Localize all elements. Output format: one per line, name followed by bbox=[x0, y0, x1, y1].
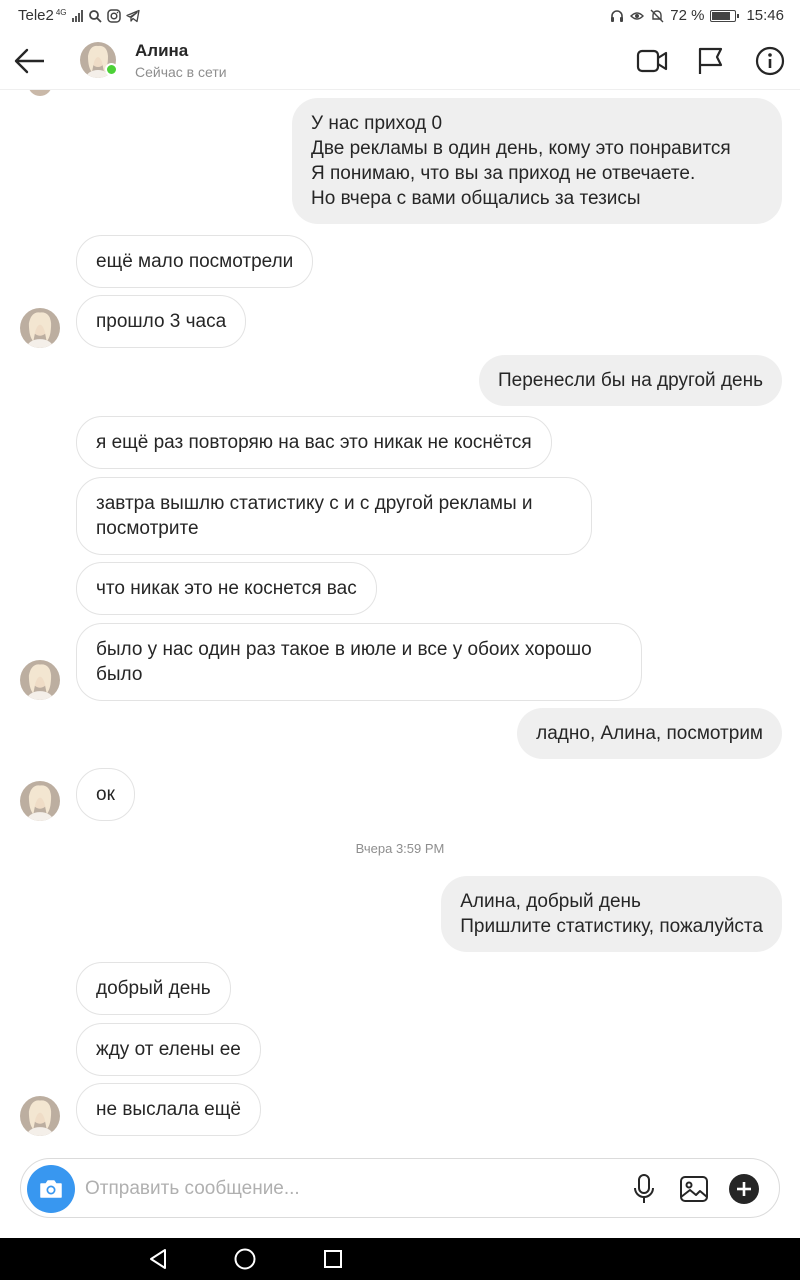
nav-back-button[interactable] bbox=[145, 1246, 171, 1272]
back-button[interactable] bbox=[12, 44, 48, 78]
contact-name[interactable]: Алина bbox=[135, 41, 188, 61]
header-avatar[interactable] bbox=[80, 42, 118, 78]
message-thread[interactable]: У нас приход 0 Две рекламы в один день, … bbox=[0, 90, 800, 1150]
battery-percent: 72 % bbox=[670, 7, 705, 24]
sender-avatar[interactable] bbox=[20, 1096, 60, 1136]
voice-message-button[interactable] bbox=[627, 1172, 661, 1206]
gallery-icon bbox=[680, 1176, 708, 1202]
video-call-icon bbox=[636, 49, 668, 73]
notifications-off-icon bbox=[650, 9, 664, 22]
sender-avatar[interactable] bbox=[20, 781, 60, 821]
instagram-icon bbox=[106, 8, 121, 23]
avatar bbox=[28, 90, 52, 96]
camera-icon bbox=[40, 1180, 62, 1198]
incoming-message[interactable]: что никак это не коснется вас bbox=[76, 562, 377, 615]
incoming-message[interactable]: я ещё раз повторяю на вас это никак не к… bbox=[76, 416, 552, 469]
contact-status: Сейчас в сети bbox=[135, 64, 227, 80]
telegram-icon bbox=[125, 9, 140, 22]
incoming-message[interactable]: ещё мало посмотрели bbox=[76, 235, 314, 288]
outgoing-message[interactable]: Перенесли бы на другой день bbox=[478, 355, 782, 406]
system-navigation-bar bbox=[0, 1238, 800, 1280]
info-icon bbox=[755, 46, 785, 76]
message-input[interactable] bbox=[85, 1169, 605, 1209]
message-composer bbox=[20, 1158, 780, 1218]
sender-avatar[interactable] bbox=[20, 308, 60, 348]
headphones-icon bbox=[611, 9, 624, 22]
gallery-button[interactable] bbox=[677, 1172, 711, 1206]
plus-icon bbox=[729, 1174, 759, 1204]
search-icon bbox=[88, 9, 102, 23]
outgoing-message[interactable]: ладно, Алина, посмотрим bbox=[517, 708, 782, 759]
nav-back-icon bbox=[150, 1249, 166, 1269]
info-button[interactable] bbox=[753, 44, 787, 78]
outgoing-message[interactable]: Алина, добрый день Пришлите статистику, … bbox=[441, 876, 782, 952]
back-arrow-icon bbox=[14, 48, 44, 74]
report-button[interactable] bbox=[693, 44, 727, 78]
nav-home-button[interactable] bbox=[232, 1246, 258, 1272]
eye-icon bbox=[630, 11, 645, 20]
incoming-message[interactable]: жду от елены ее bbox=[76, 1023, 261, 1076]
incoming-message[interactable]: завтра вышлю статистику с и с другой рек… bbox=[76, 477, 592, 555]
message-timestamp: Вчера 3:59 PM bbox=[355, 841, 445, 856]
nav-recents-icon bbox=[324, 1250, 342, 1268]
incoming-message[interactable]: было у нас один раз такое в июле и все у… bbox=[76, 623, 642, 701]
incoming-message[interactable]: не выслала ещё bbox=[76, 1083, 261, 1136]
microphone-icon bbox=[634, 1174, 654, 1203]
incoming-message[interactable]: прошло 3 часа bbox=[76, 295, 247, 348]
incoming-message[interactable]: добрый день bbox=[76, 962, 231, 1015]
video-call-button[interactable] bbox=[635, 44, 669, 78]
nav-recents-button[interactable] bbox=[320, 1246, 346, 1272]
outgoing-message[interactable]: У нас приход 0 Две рекламы в один день, … bbox=[292, 98, 782, 224]
clock: 15:46 bbox=[746, 7, 784, 24]
carrier-label: Tele2 bbox=[18, 7, 54, 24]
incoming-message[interactable]: ок bbox=[76, 768, 135, 821]
signal-icon bbox=[71, 9, 83, 22]
sender-avatar[interactable] bbox=[20, 660, 60, 700]
battery-icon bbox=[710, 9, 740, 22]
status-bar: Tele2 4G 72 % 15:46 bbox=[0, 0, 800, 32]
nav-home-icon bbox=[234, 1248, 256, 1270]
chat-header: Алина Сейчас в сети bbox=[0, 32, 800, 90]
camera-button[interactable] bbox=[27, 1165, 75, 1213]
online-status-dot bbox=[105, 63, 118, 76]
flag-icon bbox=[698, 47, 723, 74]
network-type: 4G bbox=[55, 8, 67, 17]
more-options-button[interactable] bbox=[727, 1172, 761, 1206]
